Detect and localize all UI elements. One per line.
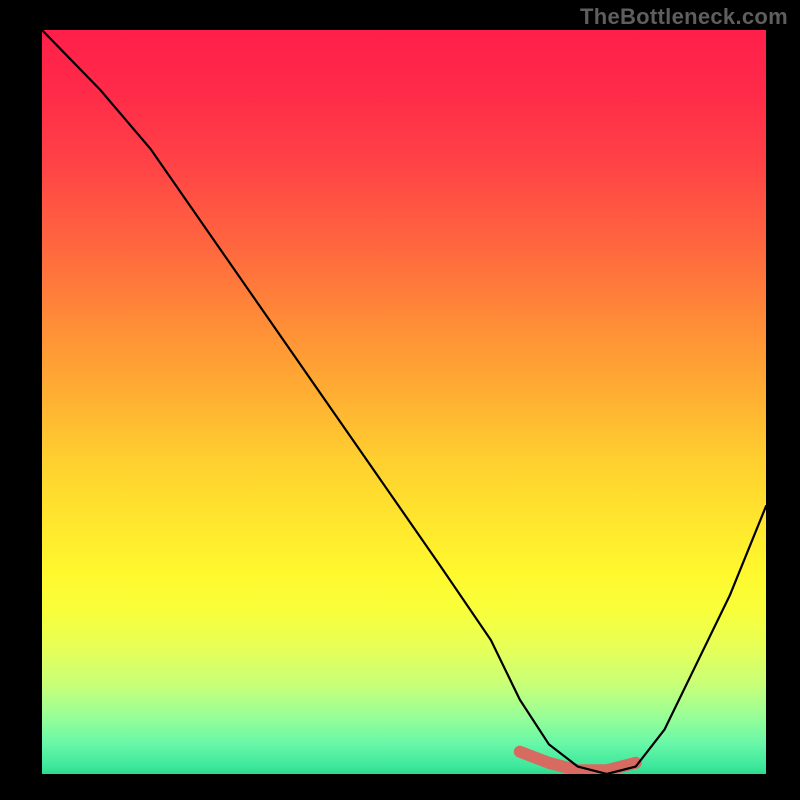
bottleneck-curve (42, 30, 766, 774)
curve-layer (42, 30, 766, 774)
plot-area (42, 30, 766, 774)
chart-frame: TheBottleneck.com (0, 0, 800, 800)
watermark-text: TheBottleneck.com (580, 4, 788, 30)
